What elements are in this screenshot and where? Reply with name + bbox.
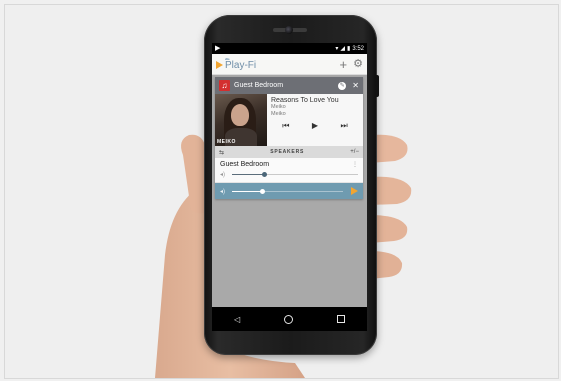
master-volume-fill <box>232 190 262 192</box>
android-nav-bar: ◁ <box>212 307 367 331</box>
transport-controls: ⏮ ▶ ⏭ <box>271 122 359 130</box>
track-artist: Meiko <box>271 104 286 110</box>
speaker-row: Guest Bedroom ⋮ ◂) <box>215 158 363 183</box>
speaker-volume-slider[interactable] <box>232 172 358 177</box>
play-icon[interactable]: ▶ <box>312 122 318 130</box>
room-panel: ♫ Guest Bedroom ✎ ✕ MEIKO Reasons To Lov… <box>215 77 363 199</box>
recents-icon[interactable] <box>337 315 345 323</box>
track-info: Reasons To Love You Meiko Meiko ⏮ ▶ ⏭ <box>267 94 363 146</box>
speaker-volume-fill <box>232 174 264 175</box>
speaker-head: Guest Bedroom ⋮ <box>220 161 358 168</box>
brand-logo: dts Play-Fi <box>216 57 257 71</box>
page-frame: ▶ ▾ ◢ ▮ 3:52 dts Play-Fi + ⚙ ♫ Guest Bed… <box>4 4 559 379</box>
room-header: ♫ Guest Bedroom ✎ ✕ <box>215 77 363 94</box>
phone-screen: ▶ ▾ ◢ ▮ 3:52 dts Play-Fi + ⚙ ♫ Guest Bed… <box>212 43 367 307</box>
wifi-icon: ▾ <box>335 46 339 52</box>
home-icon[interactable] <box>284 314 294 324</box>
album-art-label: MEIKO <box>217 139 236 145</box>
status-right: ▾ ◢ ▮ 3:52 <box>335 45 364 53</box>
gear-icon[interactable]: ⚙ <box>353 58 363 70</box>
play-fi-play-icon[interactable] <box>351 187 358 195</box>
brand-text: dts Play-Fi <box>225 57 257 71</box>
volume-icon: ◂) <box>220 172 226 178</box>
album-art-face <box>231 104 249 126</box>
master-volume-slider[interactable] <box>232 188 343 194</box>
play-fi-arrow-icon <box>216 60 223 69</box>
more-options-icon[interactable]: ⋮ <box>352 162 358 168</box>
status-time: 3:52 <box>352 45 364 52</box>
next-track-icon[interactable]: ⏭ <box>341 122 348 130</box>
front-camera <box>285 26 293 34</box>
master-volume-thumb[interactable] <box>259 188 265 194</box>
notification-icon: ▶ <box>215 45 221 52</box>
add-remove-speakers-icon[interactable]: +/− <box>350 149 359 155</box>
master-volume-icon: ◂) <box>220 188 226 195</box>
speakers-label: SPEAKERS <box>270 149 305 155</box>
album-art[interactable]: MEIKO <box>215 94 267 146</box>
track-title: Reasons To Love You <box>271 97 339 104</box>
speaker-volume-thumb[interactable] <box>261 172 267 177</box>
track-album: Meiko <box>271 111 286 117</box>
power-button[interactable] <box>376 75 379 97</box>
room-title: Guest Bedroom <box>234 82 284 89</box>
back-icon[interactable]: ◁ <box>234 315 240 324</box>
phone-device: ▶ ▾ ◢ ▮ 3:52 dts Play-Fi + ⚙ ♫ Guest Bed… <box>204 15 379 355</box>
app-bar: dts Play-Fi + ⚙ <box>212 54 367 75</box>
brand-name: Play-Fi <box>225 59 257 71</box>
room-edit-icon[interactable]: ✎ <box>338 81 347 90</box>
app-actions: + ⚙ <box>340 58 363 71</box>
previous-track-icon[interactable]: ⏮ <box>282 122 289 130</box>
speakers-bar: ⇆ SPEAKERS +/− <box>215 146 363 158</box>
speaker-volume-row: ◂) <box>220 171 358 178</box>
status-bar: ▶ ▾ ◢ ▮ 3:52 <box>212 43 367 54</box>
master-volume-row: ◂) <box>215 183 363 199</box>
signal-icon: ◢ <box>340 46 345 52</box>
plus-icon[interactable]: + <box>340 58 348 71</box>
swap-arrows-icon[interactable]: ⇆ <box>219 149 224 156</box>
now-playing: MEIKO Reasons To Love You Meiko Meiko ⏮ … <box>215 94 363 146</box>
music-note-icon: ♫ <box>219 80 230 91</box>
speaker-name: Guest Bedroom <box>220 161 270 168</box>
close-icon[interactable]: ✕ <box>352 81 359 90</box>
battery-icon: ▮ <box>347 46 351 52</box>
